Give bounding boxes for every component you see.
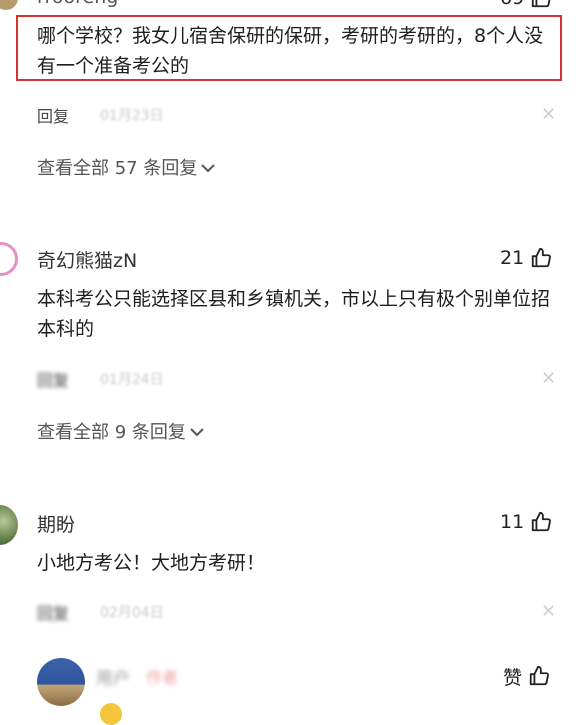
like-count: 21 [500,247,525,269]
thumb-up-icon [530,247,552,269]
reply-button[interactable]: 回复 [37,600,69,624]
avatar[interactable] [37,658,85,706]
close-icon[interactable]: ✕ [541,368,556,389]
comment-username[interactable]: rrooreng [37,0,118,8]
avatar[interactable] [0,242,18,276]
reply-button[interactable]: 回复 [37,367,69,391]
comment-username[interactable]: 用户 [96,664,130,689]
reply-button[interactable]: 回复 [37,103,69,127]
avatar[interactable] [0,505,18,545]
chevron-down-icon [201,157,216,178]
like-button[interactable]: 11 [500,508,552,536]
like-button[interactable]: 21 [500,244,552,272]
comment-username[interactable]: 期盼 [37,510,75,537]
comment-text[interactable]: 本科考公只能选择区县和乡镇机关，市以上只有极个别单位招本科的 [37,284,557,344]
comment-text[interactable]: 小地方考公！大地方考研！ [37,548,557,578]
avatar[interactable] [0,0,18,10]
like-button[interactable]: 赞 [503,662,550,690]
author-badge: 作者 [146,668,179,687]
chevron-down-icon [190,421,204,442]
like-count: 11 [500,511,525,533]
thumb-up-icon [530,511,552,533]
close-icon[interactable]: ✕ [541,104,556,125]
thumb-up-icon [530,0,552,9]
view-all-replies-label: 查看全部 57 条回复 [37,158,198,179]
close-icon[interactable]: ✕ [541,601,556,622]
like-button[interactable]: 69 [500,0,552,10]
comment-date: 01月24日 [100,372,164,388]
emoji-icon [100,703,122,725]
view-all-replies-button[interactable]: 查看全部 57 条回复 [37,154,216,180]
comment-text[interactable]: 哪个学校？我女儿宿舍保研的保研，考研的考研的，8个人没有一个准备考公的 [37,21,557,81]
like-count: 69 [500,0,524,9]
view-all-replies-button[interactable]: 查看全部 9 条回复 [37,418,204,444]
view-all-replies-label: 查看全部 9 条回复 [37,422,186,443]
comment-date: 02月04日 [100,605,164,621]
comment-username[interactable]: 奇幻熊猫zN [37,246,137,273]
like-label: 赞 [503,666,523,689]
comment-date: 01月23日 [100,108,164,124]
thumb-up-icon [528,665,550,687]
